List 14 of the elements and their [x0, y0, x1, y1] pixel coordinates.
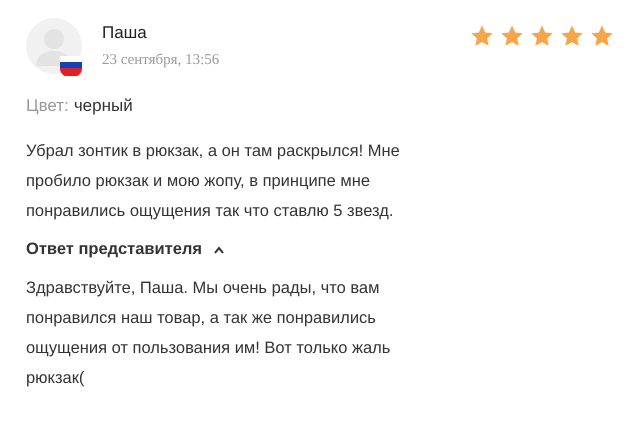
- review-text: Убрал зонтик в рюкзак, а он там раскрылся! Мне пробило рюкзак и мою жопу, в принципе мне понравились ощущения так что ставлю 5 звезд.: [26, 141, 401, 222]
- star-icon: [560, 24, 584, 48]
- attribute-label: Цвет:: [26, 96, 69, 116]
- star-icon: [500, 24, 524, 48]
- star-icon: [470, 24, 494, 48]
- reply-toggle[interactable]: Ответ представителя: [26, 240, 224, 259]
- star-icon: [530, 24, 554, 48]
- star-icon: [590, 24, 614, 48]
- attribute-value: черный: [74, 96, 133, 116]
- flag-icon: [60, 56, 82, 76]
- chevron-icon: [214, 246, 224, 254]
- author-name: Паша: [102, 23, 148, 43]
- review-date: 23 сентября, 13:56: [102, 52, 220, 69]
- reply-text: Здравствуйте, Паша. Мы очень рады, что вам понравился наш товар, а так же понравились ощущения от пользования им! Вот только жаль рюкзак(: [26, 278, 392, 389]
